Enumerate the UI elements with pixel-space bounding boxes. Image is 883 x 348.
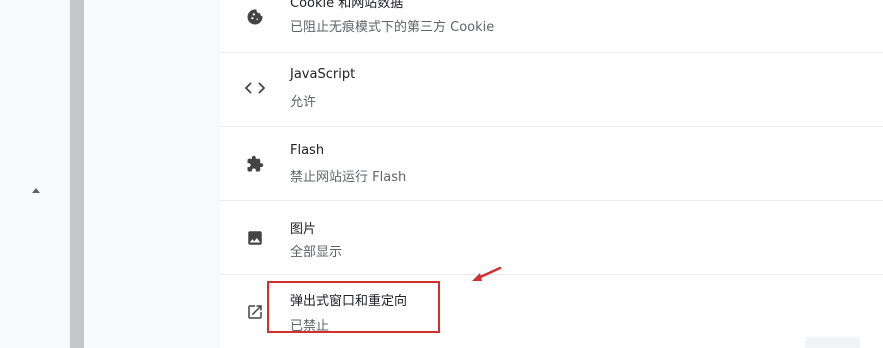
setting-title: Flash <box>290 143 325 158</box>
page-background <box>84 0 220 348</box>
setting-row-javascript[interactable]: JavaScript 允许 <box>220 52 883 126</box>
annotation-arrow-icon <box>472 266 502 281</box>
scrollbar[interactable] <box>70 0 84 348</box>
code-icon <box>244 77 266 99</box>
scroll-up-arrow-icon[interactable] <box>32 188 40 193</box>
setting-title: Cookie 和网站数据 <box>290 0 404 11</box>
puzzle-icon <box>244 153 266 175</box>
left-pane <box>0 0 70 348</box>
setting-row-flash[interactable]: Flash 禁止网站运行 Flash <box>220 126 883 200</box>
setting-subtitle: 允许 <box>290 95 317 110</box>
settings-page: Cookie 和网站数据 已阻止无痕模式下的第三方 Cookie JavaScr… <box>0 0 883 348</box>
setting-title: JavaScript <box>290 67 356 82</box>
setting-subtitle: 已阻止无痕模式下的第三方 Cookie <box>290 20 495 35</box>
open-in-new-icon <box>244 301 266 323</box>
image-icon <box>244 227 266 249</box>
setting-title: 图片 <box>290 222 317 237</box>
setting-row-cookies[interactable]: Cookie 和网站数据 已阻止无痕模式下的第三方 Cookie <box>220 0 883 52</box>
annotation-highlight-box <box>267 281 440 333</box>
setting-row-images[interactable]: 图片 全部显示 <box>220 200 883 274</box>
setting-subtitle: 禁止网站运行 Flash <box>290 170 407 185</box>
setting-subtitle: 全部显示 <box>290 245 343 260</box>
bottom-shadow <box>805 337 860 348</box>
cookie-icon <box>244 6 266 28</box>
